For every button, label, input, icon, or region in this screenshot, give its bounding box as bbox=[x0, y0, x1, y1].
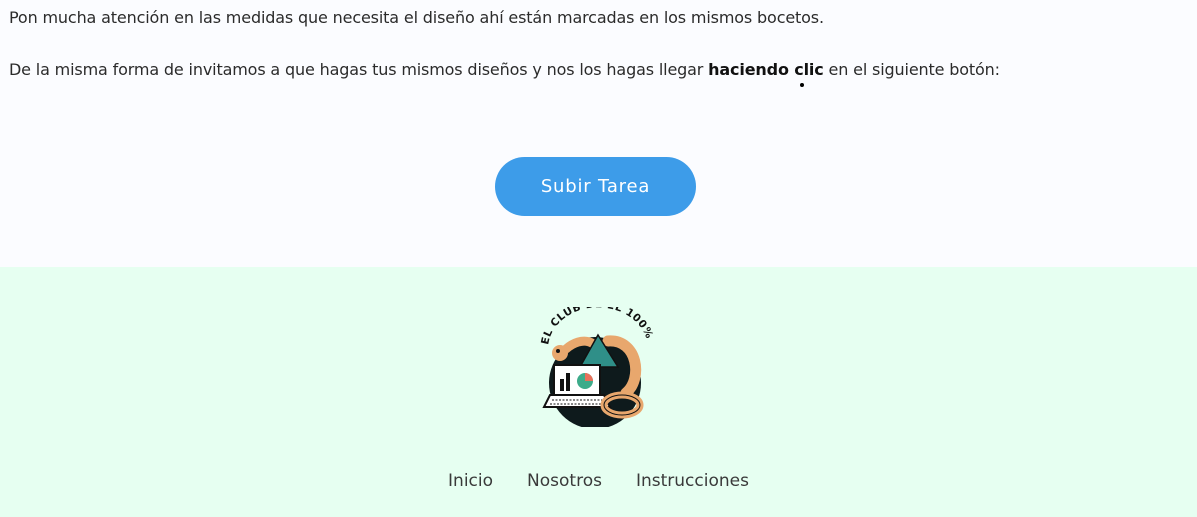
main-content: Pon mucha atención en las medidas que ne… bbox=[0, 0, 1197, 267]
upload-task-button[interactable]: Subir Tarea bbox=[495, 157, 696, 216]
footer-link-instrucciones[interactable]: Instrucciones bbox=[636, 471, 749, 491]
invitation-text-end: en el siguiente botón: bbox=[823, 60, 1001, 79]
club-logo-image: EL CLUB DE EL 100% bbox=[539, 298, 655, 429]
footer-link-nosotros[interactable]: Nosotros bbox=[527, 471, 602, 491]
invitation-text-start: De la misma forma de invitamos a que hag… bbox=[9, 60, 709, 79]
footer-nav: Inicio Nosotros Instrucciones bbox=[0, 471, 1197, 491]
club-logo[interactable]: EL CLUB DE EL 100% bbox=[538, 298, 655, 429]
footer-link-inicio[interactable]: Inicio bbox=[448, 471, 493, 491]
footer: EL CLUB DE EL 100% Inic bbox=[0, 267, 1197, 517]
instruction-text: Pon mucha atención en las medidas que ne… bbox=[9, 8, 824, 27]
instruction-paragraph: Pon mucha atención en las medidas que ne… bbox=[9, 8, 824, 27]
invitation-bold-text: haciendo clic bbox=[708, 60, 824, 79]
invitation-paragraph: De la misma forma de invitamos a que hag… bbox=[9, 60, 1000, 79]
mouse-cursor bbox=[800, 83, 804, 87]
